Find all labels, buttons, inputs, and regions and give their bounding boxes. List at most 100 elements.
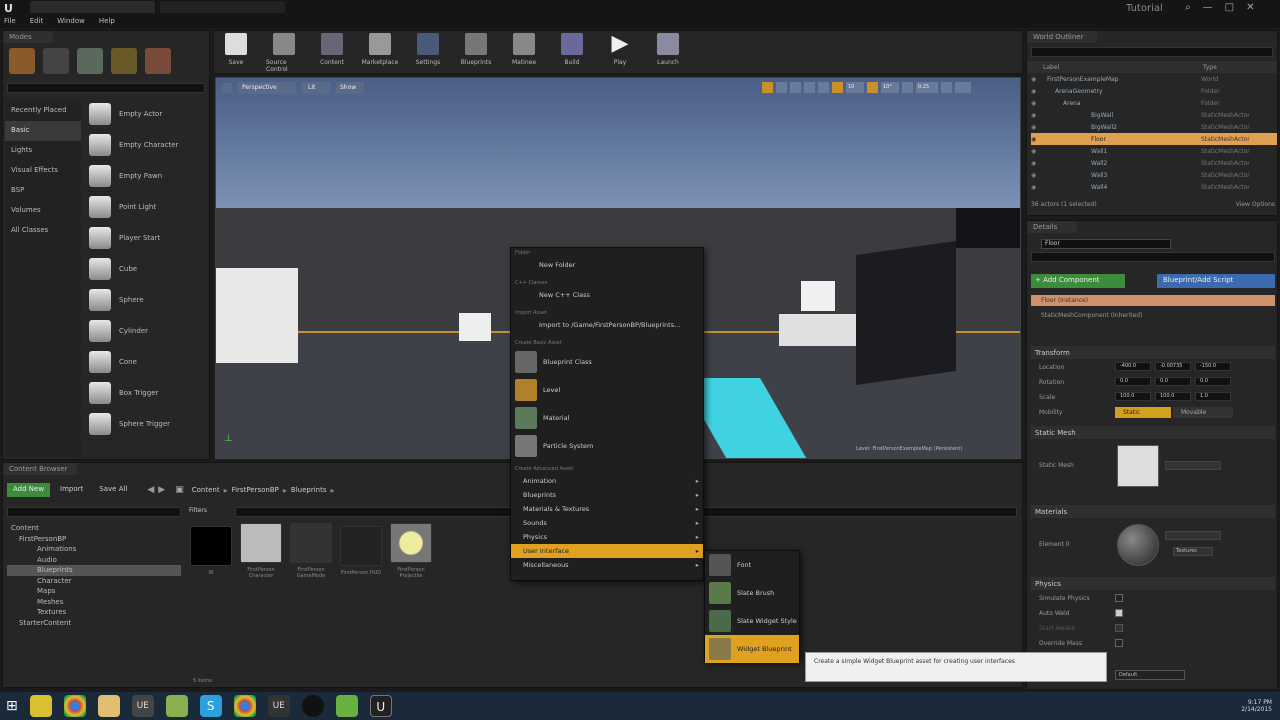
eye-icon[interactable]: ◉ bbox=[1031, 88, 1041, 95]
scale-y[interactable]: 100.0 bbox=[1155, 392, 1191, 401]
category-visual-effects[interactable]: Visual Effects bbox=[5, 161, 81, 181]
label-column-header[interactable]: Label bbox=[1043, 64, 1203, 71]
tree-item[interactable]: Maps bbox=[7, 586, 181, 597]
place-mode-icon[interactable] bbox=[9, 48, 35, 74]
widget-blueprint-item[interactable]: Widget Blueprint bbox=[705, 635, 799, 663]
material-thumbnail[interactable] bbox=[1117, 524, 1159, 566]
save-all-button[interactable]: Save All bbox=[93, 483, 133, 497]
place-item[interactable]: Cylinder bbox=[83, 316, 207, 347]
perspective-button[interactable]: Perspective bbox=[238, 82, 296, 94]
outliner-row[interactable]: ◉ ArenaGeometry Folder bbox=[1031, 85, 1277, 97]
rotation-snap-icon[interactable] bbox=[867, 82, 878, 93]
asset-tile[interactable]: FirstPerson Character bbox=[239, 523, 283, 579]
geometry-mode-icon[interactable] bbox=[145, 48, 171, 74]
obs-icon[interactable] bbox=[301, 695, 324, 717]
folder-icon[interactable] bbox=[97, 695, 120, 717]
paint-mode-icon[interactable] bbox=[43, 48, 69, 74]
sounds-item[interactable]: Sounds ▸ bbox=[511, 516, 703, 530]
camera-speed-icon[interactable] bbox=[941, 82, 952, 93]
tree-item[interactable]: Content bbox=[7, 523, 181, 534]
category-volumes[interactable]: Volumes bbox=[5, 201, 81, 221]
matinee-button[interactable]: Matinee bbox=[506, 31, 542, 75]
override-mass-checkbox[interactable] bbox=[1115, 639, 1123, 647]
place-item[interactable]: Cube bbox=[83, 254, 207, 285]
place-item[interactable]: Sphere Trigger bbox=[83, 409, 207, 440]
rotate-icon[interactable] bbox=[776, 82, 787, 93]
rotation-z[interactable]: 0.0 bbox=[1195, 377, 1231, 386]
textures-dropdown[interactable]: Textures bbox=[1173, 547, 1213, 556]
transform-section[interactable]: Transform bbox=[1031, 346, 1275, 359]
static-mesh-thumbnail[interactable] bbox=[1117, 445, 1159, 487]
rotation-x[interactable]: 0.0 bbox=[1115, 377, 1151, 386]
outliner-row[interactable]: ◉ Wall3 StaticMeshActor bbox=[1031, 169, 1277, 181]
utorrent-icon[interactable] bbox=[335, 695, 358, 717]
root-component[interactable]: Floor (Instance) bbox=[1031, 295, 1275, 306]
maximize-viewport-icon[interactable] bbox=[955, 82, 971, 93]
details-tab[interactable]: Details bbox=[1027, 221, 1077, 233]
material-dropdown[interactable] bbox=[1165, 531, 1221, 540]
eye-icon[interactable]: ◉ bbox=[1031, 124, 1041, 131]
category-bsp[interactable]: BSP bbox=[5, 181, 81, 201]
world-local-icon[interactable] bbox=[804, 82, 815, 93]
font-item[interactable]: Font bbox=[705, 551, 799, 579]
tree-item[interactable]: StarterContent bbox=[7, 618, 181, 629]
place-item[interactable]: Cone bbox=[83, 347, 207, 378]
landscape-mode-icon[interactable] bbox=[77, 48, 103, 74]
tree-item[interactable]: Meshes bbox=[7, 597, 181, 608]
content-browser-tab[interactable]: Content Browser bbox=[3, 463, 77, 475]
category-recently-placed[interactable]: Recently Placed bbox=[5, 101, 81, 121]
surface-snap-icon[interactable] bbox=[818, 82, 829, 93]
type-column-header[interactable]: Type bbox=[1203, 64, 1217, 71]
location-x[interactable]: -400.0 bbox=[1115, 362, 1151, 371]
place-item[interactable]: Sphere bbox=[83, 285, 207, 316]
outliner-row[interactable]: ◉ BigWall2 StaticMeshActor bbox=[1031, 121, 1277, 133]
material-item[interactable]: Material bbox=[511, 404, 703, 432]
physics-item[interactable]: Physics ▸ bbox=[511, 530, 703, 544]
translate-icon[interactable] bbox=[762, 82, 773, 93]
clock[interactable]: 9:17 PM 2/14/2015 bbox=[1241, 699, 1272, 713]
content-button[interactable]: Content bbox=[314, 31, 350, 75]
default-dropdown[interactable]: Default bbox=[1115, 670, 1185, 680]
scale-snap-icon[interactable] bbox=[902, 82, 913, 93]
notes-icon[interactable] bbox=[165, 695, 188, 717]
unreal-engine-icon[interactable]: U bbox=[369, 695, 392, 717]
category-all-classes[interactable]: All Classes bbox=[5, 221, 81, 241]
outliner-row[interactable]: ◉ Wall4 StaticMeshActor bbox=[1031, 181, 1277, 193]
outliner-row-selected[interactable]: ◉ Floor StaticMeshActor bbox=[1031, 133, 1277, 145]
static-toggle[interactable]: Static bbox=[1115, 407, 1171, 418]
folder-search-input[interactable] bbox=[7, 507, 181, 517]
outliner-row[interactable]: ◉ Arena Folder bbox=[1031, 97, 1277, 109]
outliner-row[interactable]: ◉ BigWall StaticMeshActor bbox=[1031, 109, 1277, 121]
breadcrumb-firstpersonbp[interactable]: FirstPersonBP bbox=[232, 486, 279, 494]
scale-z[interactable]: 1.0 bbox=[1195, 392, 1231, 401]
search-icon[interactable]: ⌕ bbox=[1185, 2, 1191, 13]
tree-item[interactable]: FirstPersonBP bbox=[7, 534, 181, 545]
eye-icon[interactable]: ◉ bbox=[1031, 76, 1041, 83]
blueprints-button[interactable]: Blueprints bbox=[458, 31, 494, 75]
skype-icon[interactable]: S bbox=[199, 695, 222, 717]
asset-tile[interactable]: FirstPerson GameMode bbox=[289, 523, 333, 579]
search-classes-input[interactable] bbox=[7, 83, 205, 93]
place-item[interactable]: Empty Actor bbox=[83, 99, 207, 130]
tab-editor[interactable] bbox=[30, 1, 155, 13]
place-item[interactable]: Player Start bbox=[83, 223, 207, 254]
tree-item[interactable]: Audio bbox=[7, 555, 181, 566]
asset-tile[interactable]: FirstPerson Projectile bbox=[389, 523, 433, 579]
start-awake-checkbox[interactable] bbox=[1115, 624, 1123, 632]
add-new-button[interactable]: Add New bbox=[7, 483, 51, 497]
maximize-icon[interactable]: □ bbox=[1225, 2, 1234, 13]
eye-icon[interactable]: ◉ bbox=[1031, 136, 1041, 143]
place-item[interactable]: Empty Character bbox=[83, 130, 207, 161]
import-item[interactable]: Import to /Game/FirstPersonBP/Blueprints… bbox=[511, 318, 703, 332]
foliage-mode-icon[interactable] bbox=[111, 48, 137, 74]
menu-file[interactable]: File bbox=[4, 17, 16, 25]
scale-x[interactable]: 100.0 bbox=[1115, 392, 1151, 401]
blueprints-item[interactable]: Blueprints ▸ bbox=[511, 488, 703, 502]
location-y[interactable]: -0.00735 bbox=[1155, 362, 1191, 371]
settings-button[interactable]: Settings bbox=[410, 31, 446, 75]
eye-icon[interactable]: ◉ bbox=[1031, 112, 1041, 119]
marketplace-button[interactable]: Marketplace bbox=[362, 31, 398, 75]
outliner-row[interactable]: ◉ FirstPersonExampleMap World bbox=[1031, 73, 1277, 85]
grid-snap-icon[interactable] bbox=[832, 82, 843, 93]
lit-button[interactable]: Lit bbox=[302, 82, 330, 94]
